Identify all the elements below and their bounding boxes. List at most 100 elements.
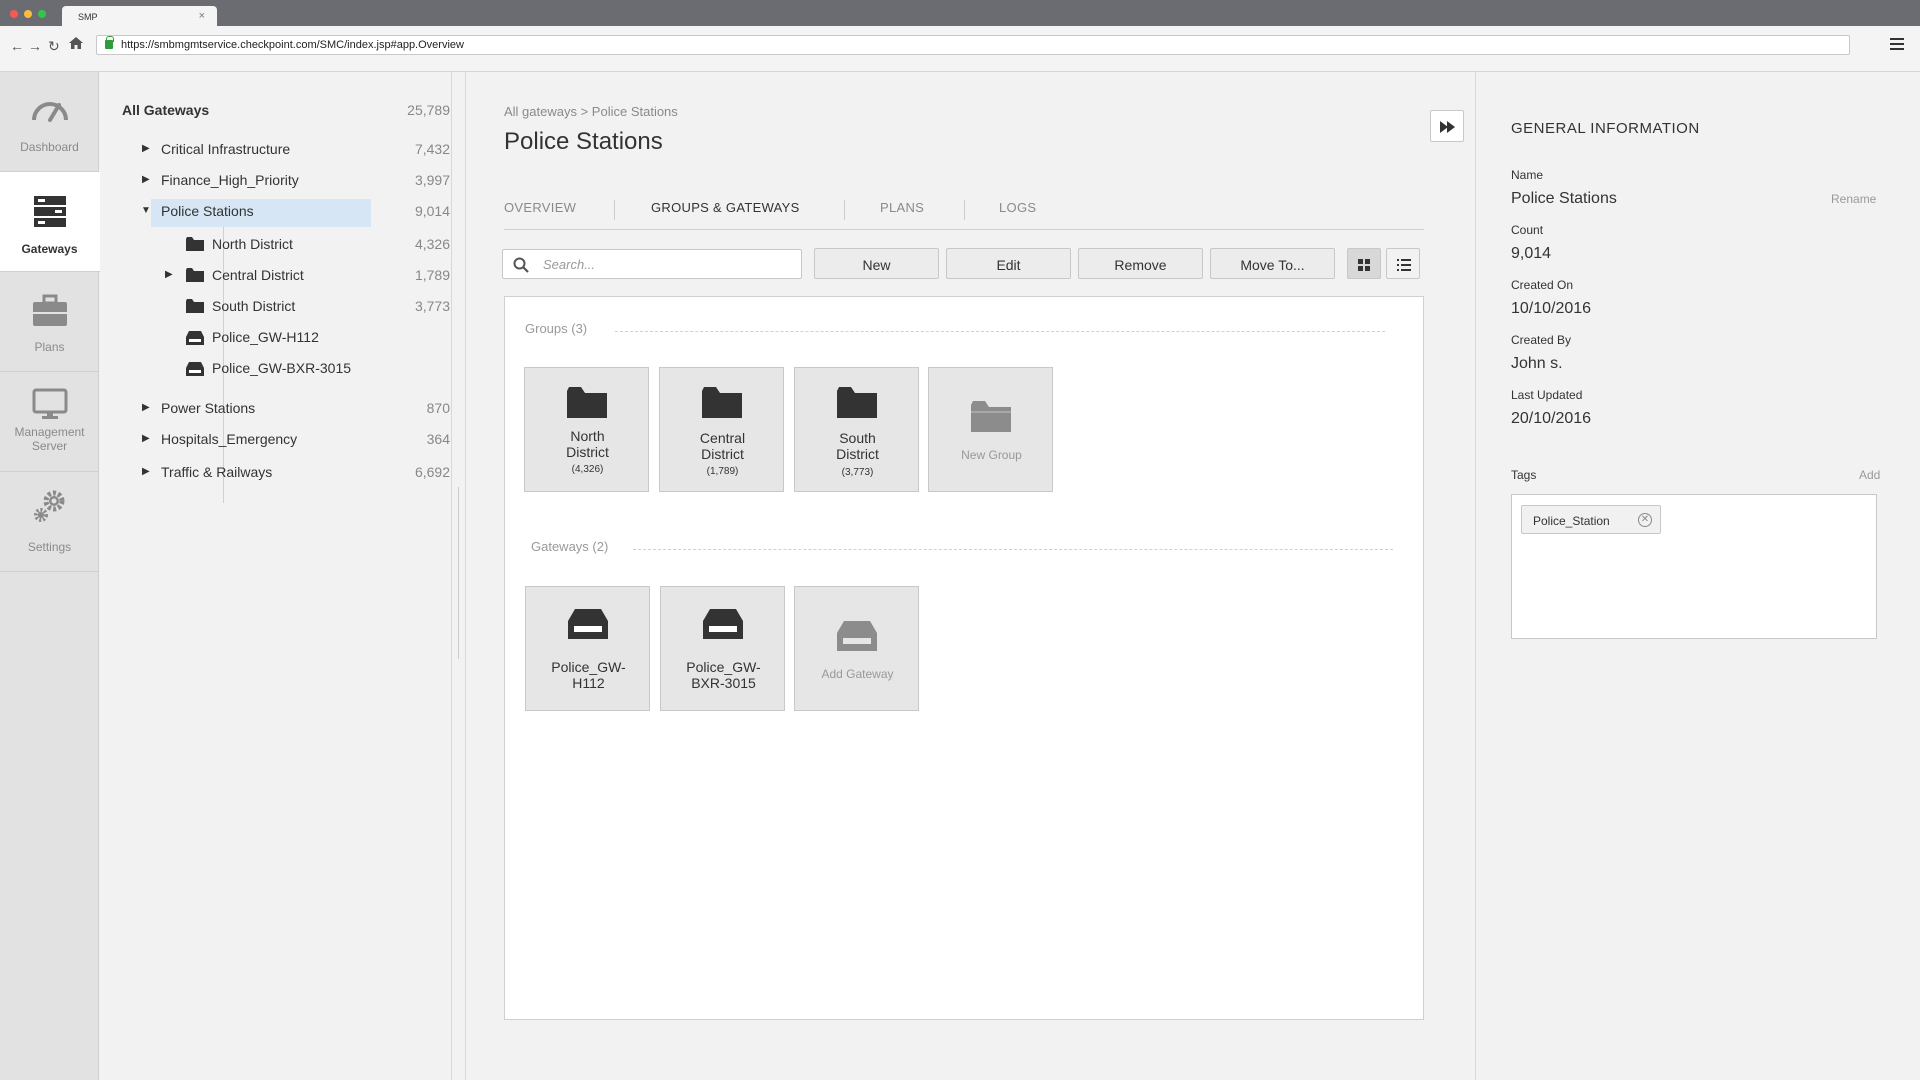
panel-splitter[interactable] — [458, 487, 459, 659]
tree-item-label: Traffic & Railways — [161, 464, 273, 480]
remove-button[interactable]: Remove — [1078, 248, 1203, 279]
tree-item-count: 364 — [426, 431, 450, 447]
tree-item-label: Finance_High_Priority — [161, 172, 299, 188]
tree-item-count: 870 — [426, 400, 450, 416]
group-count: (4,326) — [571, 464, 604, 475]
folder-icon — [702, 386, 742, 423]
move-to-button[interactable]: Move To... — [1210, 248, 1335, 279]
rail-item-management-server[interactable]: Management Server — [0, 372, 99, 472]
tab-groups-gateways[interactable]: GROUPS & GATEWAYS — [651, 200, 800, 215]
rail-label-dashboard: Dashboard — [20, 140, 79, 154]
tab-plans[interactable]: PLANS — [880, 200, 924, 215]
tab-overview[interactable]: OVERVIEW — [504, 200, 576, 215]
minimize-window-icon[interactable] — [24, 10, 32, 18]
rename-link[interactable]: Rename — [1831, 192, 1876, 206]
tab-logs[interactable]: LOGS — [999, 200, 1036, 215]
expand-arrow-icon[interactable]: ▶ — [142, 143, 150, 154]
briefcase-icon — [0, 294, 99, 331]
new-button[interactable]: New — [814, 248, 939, 279]
tree-item-central-district[interactable]: ▶ Central District 1,789 — [165, 261, 450, 289]
list-view-button[interactable] — [1386, 248, 1420, 279]
tree-item-finance-high-priority[interactable]: ▶ Finance_High_Priority 3,997 — [140, 166, 450, 194]
collapse-panel-button[interactable] — [1430, 110, 1464, 142]
expand-arrow-icon[interactable]: ▶ — [165, 269, 173, 280]
tree-item-police-stations[interactable]: ▼ Police Stations 9,014 — [140, 197, 450, 225]
folder-icon — [186, 268, 204, 285]
new-group-label: New Group — [961, 448, 1022, 462]
gateway-name-line2: H112 — [572, 675, 605, 691]
folder-icon — [186, 299, 204, 316]
tree-item-hospitals-emergency[interactable]: ▶ Hospitals_Emergency 364 — [140, 425, 450, 453]
expand-arrow-icon[interactable]: ▶ — [142, 433, 150, 444]
tree-item-traffic-railways[interactable]: ▶ Traffic & Railways 6,692 — [140, 458, 450, 486]
main-content: All gateways > Police Stations Police St… — [465, 72, 1475, 1080]
gateway-tile-police-gw-bxr-3015[interactable]: Police_GW- BXR-3015 — [660, 586, 785, 711]
name-value: Police Stations — [1511, 190, 1617, 207]
browser-menu-icon[interactable] — [1890, 38, 1904, 53]
breadcrumb[interactable]: All gateways > Police Stations — [504, 104, 678, 119]
server-icon — [0, 194, 99, 231]
back-icon[interactable]: ← — [10, 38, 24, 54]
fast-forward-icon — [1440, 120, 1456, 138]
tags-label: Tags — [1511, 468, 1537, 482]
tab-close-icon[interactable]: × — [199, 10, 205, 22]
gateway-name-line2: BXR-3015 — [691, 675, 756, 691]
section-divider — [615, 331, 1385, 332]
tree-item-north-district[interactable]: North District 4,326 — [185, 230, 450, 258]
tree-item-label: South District — [212, 298, 296, 314]
grid-view-button[interactable] — [1347, 248, 1381, 279]
tags-box[interactable]: Police_Station ✕ — [1511, 494, 1877, 639]
expand-arrow-icon[interactable]: ▶ — [142, 466, 150, 477]
home-icon[interactable] — [68, 35, 84, 54]
group-tile-central-district[interactable]: Central District (1,789) — [659, 367, 784, 492]
expand-arrow-icon[interactable]: ▶ — [142, 402, 150, 413]
maximize-window-icon[interactable] — [38, 10, 46, 18]
rail-item-plans[interactable]: Plans — [0, 272, 99, 372]
rail-label-gateways: Gateways — [21, 242, 78, 256]
new-group-tile[interactable]: New Group — [928, 367, 1053, 492]
browser-tab-title: SMP — [78, 12, 98, 22]
tree-root-all-gateways[interactable]: All Gateways 25,789 — [122, 96, 450, 124]
tag-label: Police_Station — [1533, 514, 1610, 528]
rail-item-settings[interactable]: Settings — [0, 472, 99, 572]
tree-item-label: Critical Infrastructure — [161, 141, 291, 157]
tree-item-police-gw-h112[interactable]: Police_GW-H112 — [185, 323, 450, 351]
remove-tag-icon[interactable]: ✕ — [1638, 513, 1652, 527]
app-container: Dashboard Gateways Plans Management Serv… — [0, 72, 1920, 1080]
tree-item-count: 1,789 — [414, 267, 450, 283]
tree-item-police-gw-bxr-3015[interactable]: Police_GW-BXR-3015 — [185, 354, 450, 382]
created-by-value: John s. — [1511, 355, 1563, 372]
search-input[interactable]: Search... — [502, 249, 802, 279]
group-name-line1: North — [570, 428, 605, 444]
reload-icon[interactable]: ↻ — [48, 38, 60, 55]
folder-icon — [567, 386, 607, 423]
groups-gateways-panel: Groups (3) North District (4,326) Centra… — [504, 296, 1424, 1020]
url-input[interactable]: https://smbmgmtservice.checkpoint.com/SM… — [96, 35, 1850, 55]
add-tag-link[interactable]: Add — [1859, 468, 1880, 482]
tag-chip[interactable]: Police_Station ✕ — [1521, 505, 1661, 534]
created-on-label: Created On — [1511, 278, 1574, 292]
close-window-icon[interactable] — [10, 10, 18, 18]
forward-icon[interactable]: → — [28, 38, 42, 54]
add-gateway-tile[interactable]: Add Gateway — [794, 586, 919, 711]
collapse-arrow-icon[interactable]: ▼ — [141, 205, 151, 216]
rail-item-dashboard[interactable]: Dashboard — [0, 72, 99, 172]
edit-button[interactable]: Edit — [946, 248, 1071, 279]
group-tile-south-district[interactable]: South District (3,773) — [794, 367, 919, 492]
tree-item-count: 3,997 — [414, 172, 450, 188]
tree-item-south-district[interactable]: South District 3,773 — [185, 292, 450, 320]
rail-item-gateways[interactable]: Gateways — [0, 172, 100, 272]
nav-rail: Dashboard Gateways Plans Management Serv… — [0, 72, 100, 1080]
browser-tab[interactable]: SMP × — [62, 6, 217, 28]
tree-item-critical-infrastructure[interactable]: ▶ Critical Infrastructure 7,432 — [140, 135, 450, 163]
gateway-name-line1: Police_GW- — [686, 659, 761, 675]
tab-divider — [614, 200, 615, 220]
expand-arrow-icon[interactable]: ▶ — [142, 174, 150, 185]
tree-item-power-stations[interactable]: ▶ Power Stations 870 — [140, 394, 450, 422]
tab-bar: OVERVIEW GROUPS & GATEWAYS PLANS LOGS — [504, 192, 1424, 230]
group-tile-north-district[interactable]: North District (4,326) — [524, 367, 649, 492]
gateway-add-icon — [837, 621, 877, 656]
count-value: 9,014 — [1511, 245, 1552, 262]
tab-divider — [844, 200, 845, 220]
gateway-tile-police-gw-h112[interactable]: Police_GW- H112 — [525, 586, 650, 711]
